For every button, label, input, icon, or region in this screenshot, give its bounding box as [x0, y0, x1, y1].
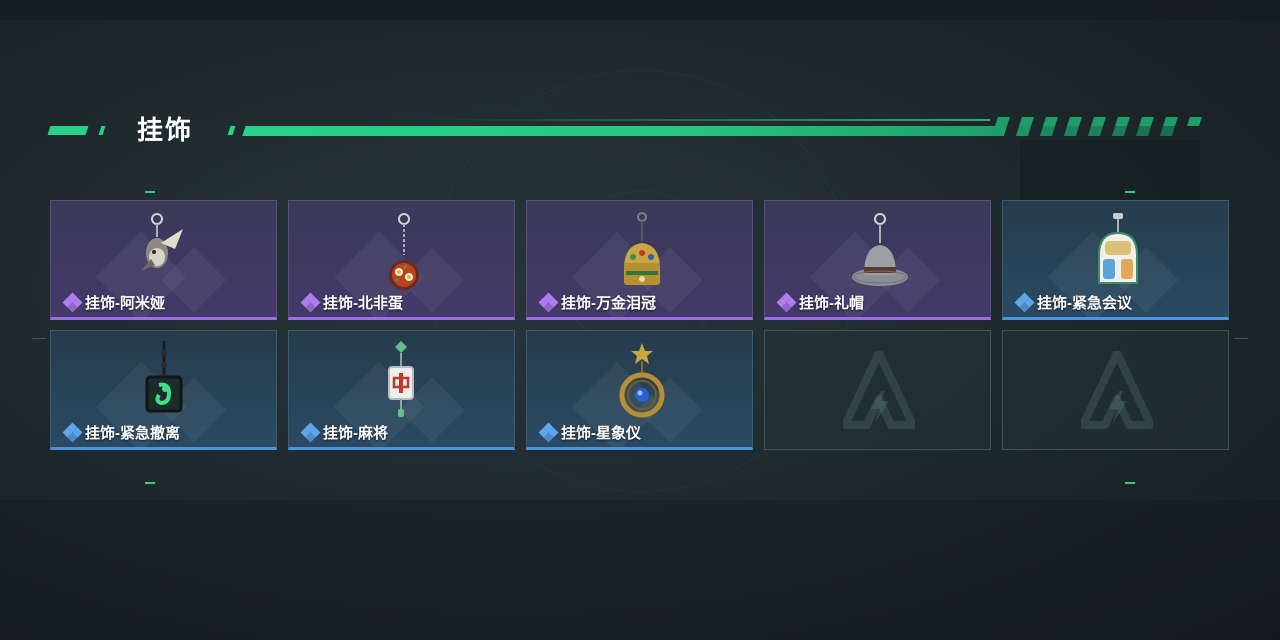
rarity-diamond-icon [538, 422, 559, 443]
charm-label-row: 挂饰-阿米娅 [62, 292, 165, 313]
mahjong-charm-icon [388, 341, 414, 417]
charm-label: 挂饰-紧急会议 [1037, 294, 1132, 312]
astrolabe-charm-icon [619, 343, 665, 418]
empty-slot-logo-icon [843, 351, 915, 429]
emergency-evacuation-charm-icon [145, 341, 183, 413]
header-accent-tick [98, 126, 106, 135]
empty-charm-slot [1002, 330, 1229, 450]
charm-label-row: 挂饰-北非蛋 [300, 292, 403, 313]
charm-label: 挂饰-紧急撤离 [85, 424, 180, 442]
rarity-diamond-icon [1014, 292, 1035, 313]
section-title: 挂饰 [137, 115, 194, 145]
header-accent-tick [227, 126, 236, 135]
side-tick-right [1234, 338, 1248, 339]
header-checker-pattern [992, 117, 1202, 136]
jeweled-crown-charm-icon [624, 212, 660, 285]
side-tick-left [32, 338, 46, 339]
rarity-diamond-icon [62, 422, 83, 443]
empty-charm-slot [764, 330, 991, 450]
shakshuka-charm-icon [389, 213, 419, 290]
grid-corner-mark [1125, 191, 1135, 193]
rarity-diamond-icon [62, 292, 83, 313]
charm-card[interactable]: 挂饰-阿米娅 [50, 200, 277, 320]
charm-card[interactable]: 挂饰-礼帽 [764, 200, 991, 320]
charm-label: 挂饰-麻将 [323, 424, 388, 442]
charm-label-row: 挂饰-紧急会议 [1014, 292, 1132, 313]
background-shape [1020, 140, 1200, 200]
charm-label-row: 挂饰-麻将 [300, 422, 388, 443]
background-floor [0, 500, 1280, 640]
charm-label-row: 挂饰-万金泪冠 [538, 292, 656, 313]
charm-card[interactable]: 挂饰-紧急撤离 [50, 330, 277, 450]
charm-label: 挂饰-星象仪 [561, 424, 641, 442]
charm-label: 挂饰-万金泪冠 [561, 294, 656, 312]
top-dark-band [0, 0, 1280, 20]
empty-slot-logo-icon [1081, 351, 1153, 429]
grid-corner-mark [1125, 482, 1135, 484]
charm-card[interactable]: 挂饰-北非蛋 [288, 200, 515, 320]
top-hat-charm-icon [852, 213, 908, 286]
rarity-diamond-icon [776, 292, 797, 313]
emergency-meeting-charm-icon [1098, 213, 1138, 284]
charm-label-row: 挂饰-紧急撤离 [62, 422, 180, 443]
amiya-charm-icon [141, 213, 183, 271]
rarity-diamond-icon [538, 292, 559, 313]
charm-card[interactable]: 挂饰-麻将 [288, 330, 515, 450]
charm-label-row: 挂饰-礼帽 [776, 292, 864, 313]
charm-label: 挂饰-阿米娅 [85, 294, 165, 312]
header-accent-bar [242, 126, 1006, 136]
charm-label: 挂饰-北非蛋 [323, 294, 403, 312]
header-accent-left [47, 126, 89, 135]
charm-card[interactable]: 挂饰-万金泪冠 [526, 200, 753, 320]
charm-label: 挂饰-礼帽 [799, 294, 864, 312]
grid-corner-mark [145, 482, 155, 484]
grid-corner-mark [145, 191, 155, 193]
charm-label-row: 挂饰-星象仪 [538, 422, 641, 443]
charm-grid: 挂饰-阿米娅 挂饰-北非蛋 挂饰-万金泪冠 挂饰-礼帽 挂饰-紧急会议 挂饰-紧… [50, 200, 1230, 450]
charm-card[interactable]: 挂饰-紧急会议 [1002, 200, 1229, 320]
rarity-diamond-icon [300, 422, 321, 443]
rarity-diamond-icon [300, 292, 321, 313]
charm-card[interactable]: 挂饰-星象仪 [526, 330, 753, 450]
header-thin-line [420, 119, 990, 121]
